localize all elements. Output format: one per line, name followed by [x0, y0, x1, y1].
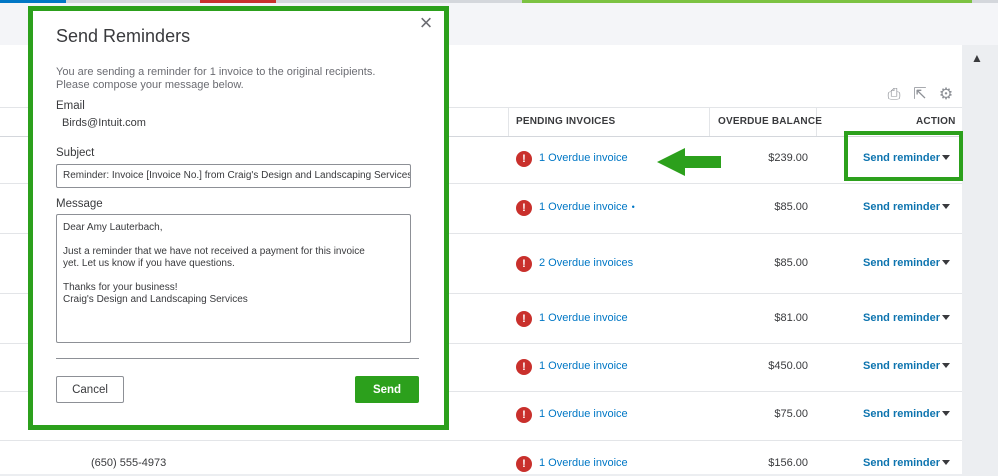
pending-invoices-link[interactable]: 1 Overdue invoice •: [539, 201, 635, 213]
overdue-balance: $239.00: [768, 152, 808, 164]
pending-invoices-link[interactable]: 1 Overdue invoice: [539, 457, 628, 469]
message-greeting: Dear Amy Lauterbach,: [63, 222, 163, 233]
column-header-pending[interactable]: PENDING INVOICES: [516, 108, 615, 136]
table-row: (650) 555-4973 ! 1 Overdue invoice $156.…: [0, 456, 962, 476]
warning-icon: !: [516, 151, 532, 167]
row-divider: [0, 440, 962, 441]
subject-label: Subject: [56, 147, 95, 159]
scrollbar-track[interactable]: [962, 45, 998, 474]
warning-icon: !: [516, 407, 532, 423]
pending-invoices-link[interactable]: 1 Overdue invoice: [539, 312, 628, 324]
message-signature: Craig's Design and Landscaping Services: [63, 294, 248, 305]
scroll-up-icon[interactable]: ▲: [968, 50, 986, 66]
customer-phone: (650) 555-4973: [91, 457, 167, 469]
dialog-footer-divider: [56, 358, 419, 359]
column-divider: [709, 108, 710, 136]
pending-invoices-text[interactable]: 1 Overdue invoice: [539, 201, 628, 213]
overdue-balance: $450.00: [768, 360, 808, 372]
unread-dot-icon: •: [631, 202, 635, 212]
message-body-line: Just a reminder that we have not receive…: [63, 246, 365, 257]
message-thanks: Thanks for your business!: [63, 282, 178, 293]
warning-icon: !: [516, 359, 532, 375]
overdue-balance: $85.00: [774, 201, 808, 213]
print-icon[interactable]: ⎙: [885, 86, 903, 104]
overdue-balance: $85.00: [774, 257, 808, 269]
chevron-down-icon[interactable]: [942, 363, 950, 368]
send-reminder-button[interactable]: Send reminder: [863, 408, 940, 420]
message-textarea[interactable]: Dear Amy Lauterbach, Just a reminder tha…: [56, 214, 411, 343]
pending-invoices-link[interactable]: 1 Overdue invoice: [539, 152, 628, 164]
send-reminder-button[interactable]: Send reminder: [863, 257, 940, 269]
annotation-highlight-box: [844, 131, 963, 181]
subject-input[interactable]: Reminder: Invoice [Invoice No.] from Cra…: [56, 164, 411, 188]
chevron-down-icon[interactable]: [942, 260, 950, 265]
send-reminder-button[interactable]: Send reminder: [863, 201, 940, 213]
dialog-title: Send Reminders: [56, 26, 191, 46]
overdue-balance: $75.00: [774, 408, 808, 420]
pending-invoices-link[interactable]: 1 Overdue invoice: [539, 360, 628, 372]
send-reminder-button[interactable]: Send reminder: [863, 457, 940, 469]
pending-invoices-link[interactable]: 2 Overdue invoices: [539, 257, 633, 269]
export-icon[interactable]: ⇱: [911, 86, 929, 104]
close-icon[interactable]: ×: [417, 12, 435, 34]
pending-invoices-link[interactable]: 1 Overdue invoice: [539, 408, 628, 420]
warning-icon: !: [516, 256, 532, 272]
chevron-down-icon[interactable]: [942, 204, 950, 209]
message-label: Message: [56, 198, 103, 210]
send-button[interactable]: Send: [355, 376, 419, 403]
warning-icon: !: [516, 311, 532, 327]
message-body-line: yet. Let us know if you have questions.: [63, 258, 235, 269]
send-reminder-button[interactable]: Send reminder: [863, 312, 940, 324]
annotation-arrow-icon: [657, 148, 721, 176]
cancel-button[interactable]: Cancel: [56, 376, 124, 403]
column-divider: [508, 108, 509, 136]
send-reminders-dialog: × Send Reminders You are sending a remin…: [33, 11, 444, 425]
gear-icon[interactable]: ⚙: [937, 86, 955, 104]
chevron-down-icon[interactable]: [942, 460, 950, 465]
email-value: Birds@Intuit.com: [62, 117, 146, 129]
send-reminder-button[interactable]: Send reminder: [863, 360, 940, 372]
column-header-overdue[interactable]: OVERDUE BALANCE: [718, 108, 822, 136]
overdue-balance: $156.00: [768, 457, 808, 469]
chevron-down-icon[interactable]: [942, 315, 950, 320]
email-label: Email: [56, 100, 85, 112]
dialog-intro-text: You are sending a reminder for 1 invoice…: [56, 66, 376, 91]
chevron-down-icon[interactable]: [942, 411, 950, 416]
warning-icon: !: [516, 200, 532, 216]
warning-icon: !: [516, 456, 532, 472]
overdue-balance: $81.00: [774, 312, 808, 324]
